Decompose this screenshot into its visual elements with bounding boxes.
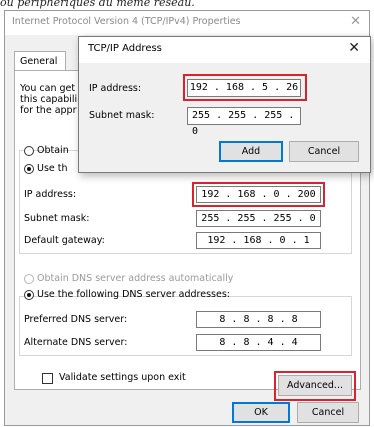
alternate-dns-label: Alternate DNS server: — [24, 337, 128, 348]
tcpip-subnet-mask-label: Subnet mask: — [89, 110, 155, 121]
dialog-title: Internet Protocol Version 4 (TCP/IPv4) P… — [12, 16, 241, 27]
advanced-button-highlight — [274, 371, 356, 401]
add-button[interactable]: Add — [219, 141, 283, 162]
ok-button[interactable]: OK — [232, 402, 290, 423]
tcpip-dialog-title: TCP/IP Address — [88, 43, 162, 54]
tcpip-title-bar: TCP/IP Address ✕ — [79, 37, 370, 63]
alternate-dns-field[interactable]: 8 . 8 . 4 . 4 — [196, 334, 321, 351]
tcpip-subnet-mask-field[interactable]: 255 . 255 . 255 . 0 — [187, 107, 301, 137]
use-following-ip-radio[interactable] — [24, 164, 34, 174]
tcpip-address-dialog: TCP/IP Address ✕ IP address: 192 . 168 .… — [78, 36, 371, 173]
obtain-ip-auto-label: Obtain — [37, 145, 69, 156]
obtain-ip-auto-radio[interactable] — [24, 146, 34, 156]
preferred-dns-label: Preferred DNS server: — [24, 314, 128, 325]
ip-address-highlight — [192, 182, 325, 207]
subnet-mask-label: Subnet mask: — [24, 213, 90, 224]
intro-text: You can get this capabili for the appr — [20, 83, 78, 116]
preferred-dns-field[interactable]: 8 . 8 . 8 . 8 — [196, 311, 321, 328]
cancel-button[interactable]: Cancel — [297, 402, 359, 423]
obtain-dns-auto-radio[interactable] — [24, 274, 34, 284]
close-icon[interactable]: ✕ — [348, 40, 360, 56]
use-following-ip-label: Use th — [37, 163, 68, 174]
use-following-dns-label: Use the following DNS server addresses: — [37, 289, 230, 300]
default-gateway-label: Default gateway: — [24, 235, 105, 246]
ip-address-label: IP address: — [24, 189, 77, 200]
obtain-dns-auto-label: Obtain DNS server address automatically — [37, 273, 234, 284]
use-following-dns-radio[interactable] — [24, 290, 34, 300]
validate-settings-checkbox[interactable] — [42, 373, 53, 384]
page-caption: ou périphériques du même réseau. — [0, 0, 195, 9]
tcpip-cancel-button[interactable]: Cancel — [289, 141, 359, 162]
validate-settings-label: Validate settings upon exit — [59, 372, 186, 383]
subnet-mask-field[interactable]: 255 . 255 . 255 . 0 — [196, 210, 321, 227]
tcpip-ip-address-label: IP address: — [89, 83, 142, 94]
default-gateway-field[interactable]: 192 . 168 . 0 . 1 — [196, 232, 321, 249]
title-bar: Internet Protocol Version 4 (TCP/IPv4) P… — [5, 11, 369, 35]
tcpip-ip-address-highlight — [183, 74, 307, 101]
close-icon[interactable]: ✕ — [350, 14, 361, 29]
tab-general[interactable]: General — [14, 51, 66, 71]
